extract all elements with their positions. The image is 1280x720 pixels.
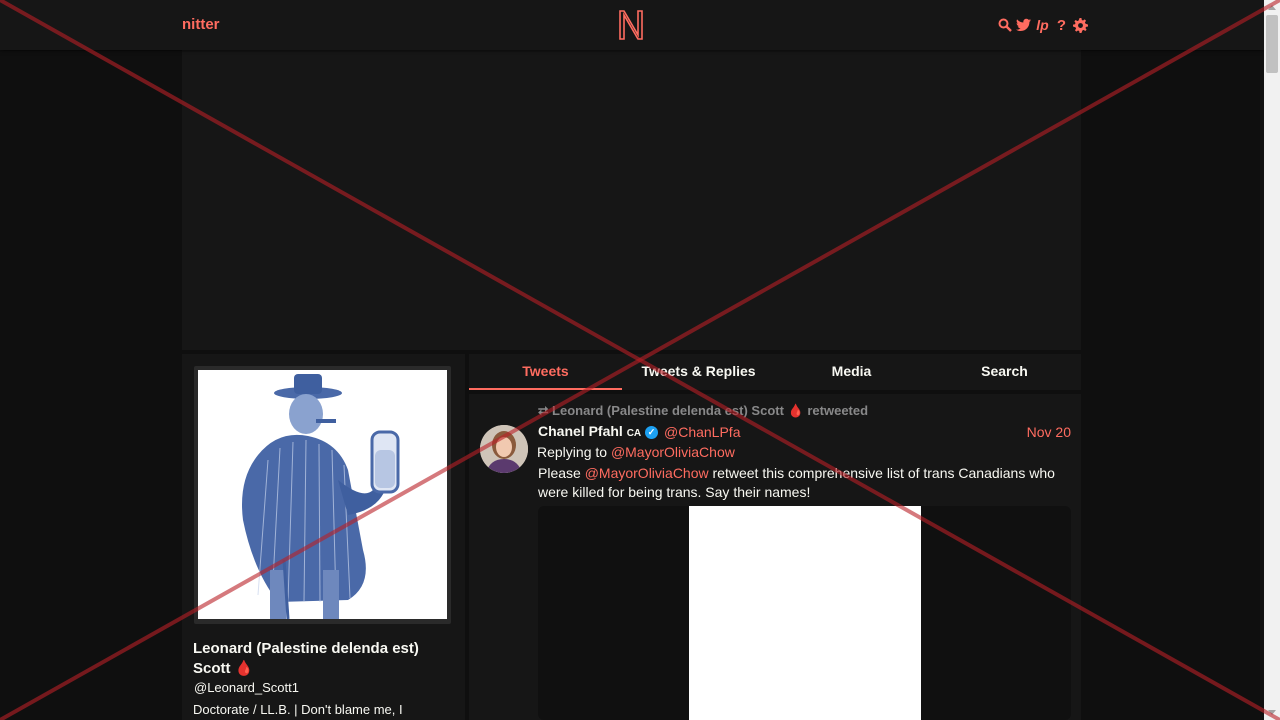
- blood-drop-icon: 🩸: [234, 660, 254, 677]
- timeline-tabs: Tweets Tweets & Replies Media Search: [469, 354, 1081, 390]
- tweet-media[interactable]: [538, 506, 1071, 720]
- replying-to: Replying to @MayorOliviaChow: [537, 444, 735, 460]
- scroll-up-icon[interactable]: [1268, 5, 1276, 10]
- tab-search[interactable]: Search: [928, 354, 1081, 390]
- profile-fullname[interactable]: Leonard (Palestine delenda est) Scott 🩸: [193, 639, 455, 679]
- page-scrollbar[interactable]: [1264, 0, 1280, 720]
- person-avatar-icon: [480, 425, 528, 473]
- tweet-media-image[interactable]: [689, 506, 921, 720]
- nitter-logo-icon[interactable]: [617, 8, 645, 42]
- gear-icon[interactable]: [1073, 17, 1088, 33]
- avatar-illustration-icon: [198, 370, 447, 619]
- search-icon[interactable]: [997, 17, 1012, 33]
- author-flag: CA: [626, 428, 642, 439]
- author-name-text: Chanel Pfahl: [538, 423, 623, 439]
- profile-username[interactable]: @Leonard_Scott1: [194, 680, 299, 695]
- brand-link[interactable]: nitter: [182, 16, 220, 33]
- retweet-suffix: retweeted: [807, 403, 869, 418]
- replying-prefix: Replying to: [537, 444, 608, 460]
- timeline: ⮂ Leonard (Palestine delenda est) Scott …: [469, 394, 1081, 720]
- tweet-text-prefix: Please: [538, 465, 581, 481]
- replying-to-link[interactable]: @MayorOliviaChow: [611, 444, 735, 460]
- scrollbar-thumb[interactable]: [1266, 15, 1278, 73]
- tweet-date[interactable]: Nov 20: [1027, 424, 1071, 440]
- tweet-avatar[interactable]: [480, 425, 528, 473]
- profile-avatar[interactable]: [194, 366, 451, 624]
- retweet-icon: ⮂: [538, 403, 549, 418]
- liberapay-icon[interactable]: lp: [1035, 17, 1050, 33]
- tweet-text: Please @MayorOliviaChow retweet this com…: [538, 464, 1068, 502]
- profile-card: Leonard (Palestine delenda est) Scott 🩸 …: [182, 354, 465, 720]
- tab-tweets[interactable]: Tweets: [469, 354, 622, 390]
- retweet-header: ⮂ Leonard (Palestine delenda est) Scott …: [538, 403, 868, 419]
- retweet-name[interactable]: Leonard (Palestine delenda est) Scott: [552, 403, 784, 418]
- help-icon[interactable]: ?: [1054, 17, 1069, 34]
- tweet-author-handle[interactable]: @ChanLPfa: [664, 424, 740, 440]
- tweet-author-name[interactable]: Chanel Pfahl CA ✓: [538, 423, 659, 439]
- twitter-icon[interactable]: [1016, 17, 1031, 33]
- tweet-mention-link[interactable]: @MayorOliviaChow: [585, 465, 709, 481]
- top-navbar: nitter lp ?: [0, 0, 1264, 50]
- profile-fullname-text: Leonard (Palestine delenda est) Scott: [193, 640, 419, 677]
- blood-drop-icon: 🩸: [787, 403, 804, 418]
- scroll-down-icon[interactable]: [1268, 710, 1276, 715]
- nav-icons: lp ?: [997, 16, 1088, 34]
- tab-media[interactable]: Media: [775, 354, 928, 390]
- profile-bio: Doctorate / LL.B. | Don't blame me, I: [193, 702, 403, 717]
- verified-badge-icon: ✓: [645, 426, 659, 439]
- tab-tweets-replies[interactable]: Tweets & Replies: [622, 354, 775, 390]
- profile-banner: [182, 50, 1081, 350]
